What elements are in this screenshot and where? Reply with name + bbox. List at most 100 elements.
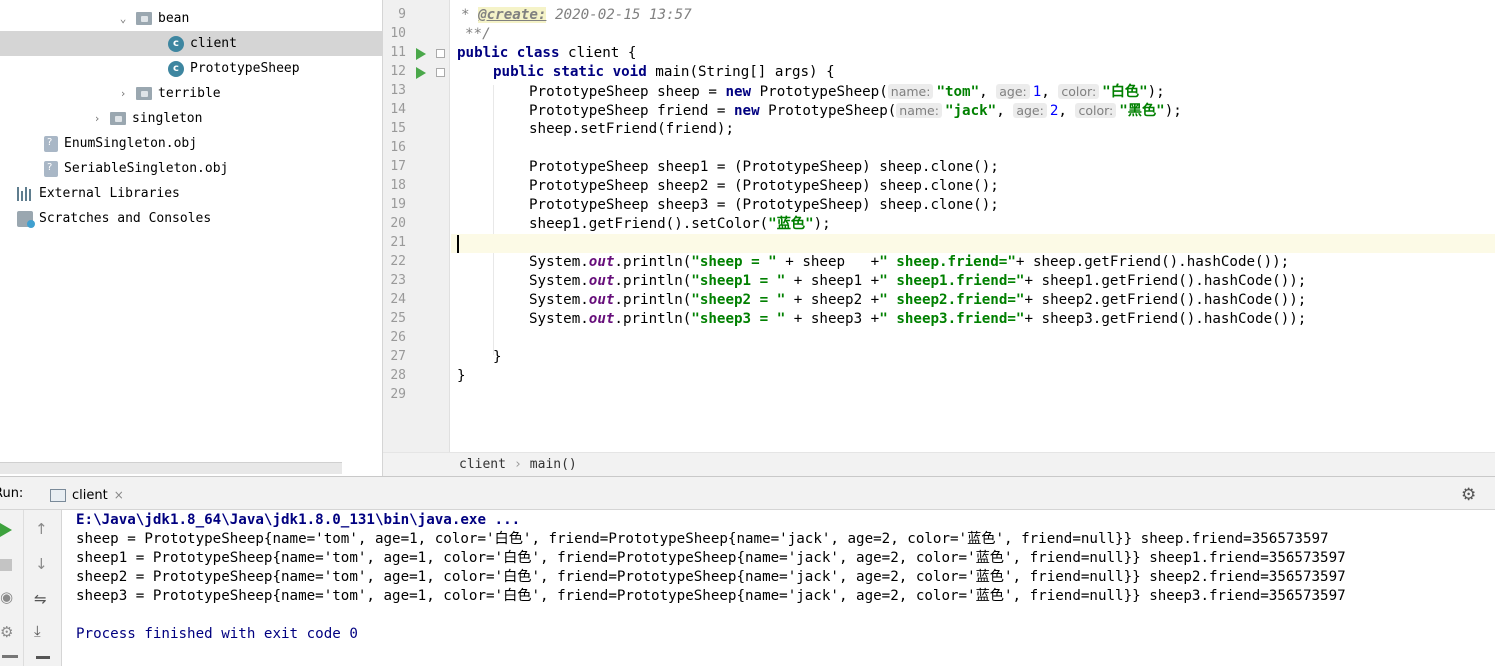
line-number: 29 [390,387,406,402]
code-line-28: } [457,368,466,384]
tree-item-terrible[interactable]: › terrible [0,81,382,106]
tree-item-label: terrible [158,86,221,101]
stop-icon[interactable] [0,559,12,571]
line-number: 28 [390,368,406,383]
line-number: 10 [390,26,406,41]
console-output-line: sheep2 = PrototypeSheep{name='tom', age=… [76,569,1346,585]
arrow-up-icon[interactable]: ↑ [35,520,48,538]
breadcrumb-method[interactable]: main() [530,457,577,472]
console-command-line: E:\Java\jdk1.8_64\Java\jdk1.8.0_131\bin\… [76,512,521,528]
code-line-9: * @create: 2020-02-15 13:57 [461,7,692,23]
console-output-line: sheep3 = PrototypeSheep{name='tom', age=… [76,588,1346,604]
line-number: 11 [390,45,406,60]
project-tree: ⌄ bean c client c PrototypeSheep › terri… [0,0,383,476]
code-line-20: sheep1.getFriend().setColor("蓝色"); [529,216,831,232]
settings-icon[interactable]: ⚙ [0,623,13,641]
run-toolbar-primary: ◉ ⚙ [0,510,24,666]
tree-item-label: bean [158,11,190,26]
line-number: 17 [390,159,406,174]
tree-item-label: PrototypeSheep [190,61,300,76]
fold-icon[interactable] [436,49,445,58]
gear-icon[interactable]: ⚙ [1461,485,1476,505]
param-hint: name: [896,103,942,118]
tree-item-label: SeriableSingleton.obj [64,161,229,176]
breadcrumb-class[interactable]: client [459,457,506,472]
breadcrumb-separator: › [513,457,522,472]
line-number: 21 [390,235,406,250]
fold-icon[interactable] [436,68,445,77]
tree-horizontal-scrollbar[interactable] [0,462,342,474]
scratches-icon [17,210,35,228]
package-folder-icon [110,112,126,125]
chevron-right-icon[interactable]: › [90,112,104,126]
line-number: 20 [390,216,406,231]
indent-guide [493,85,494,355]
java-class-icon: c [168,60,184,77]
tree-item-label: Scratches and Consoles [39,211,212,226]
line-number: 15 [390,121,406,136]
code-line-21-current [451,234,1495,253]
tree-item-label: EnumSingleton.obj [64,136,198,151]
tree-item-label: client [190,36,237,51]
line-number: 16 [390,140,406,155]
console-output-line: sheep = PrototypeSheep{name='tom', age=1… [76,531,1329,547]
line-number: 14 [390,102,406,117]
code-line-19: PrototypeSheep sheep3 = (PrototypeSheep)… [529,197,999,213]
close-icon[interactable]: × [114,488,124,502]
tree-item-external-libraries[interactable]: External Libraries [0,181,382,206]
chevron-right-icon[interactable]: › [116,87,130,101]
code-line-17: PrototypeSheep sheep1 = (PrototypeSheep)… [529,159,999,175]
run-class-icon[interactable] [416,48,426,60]
console-output[interactable]: E:\Java\jdk1.8_64\Java\jdk1.8.0_131\bin\… [62,510,1495,666]
scroll-to-end-icon[interactable]: ⤓ [34,622,41,640]
code-line-27: } [493,349,502,365]
code-line-25: System.out.println("sheep3 = " + sheep3 … [529,311,1307,327]
code-line-11: public class client { [457,45,637,61]
console-output-line: sheep1 = PrototypeSheep{name='tom', age=… [76,550,1346,566]
param-hint: age: [1013,103,1047,118]
line-number: 27 [390,349,406,364]
camera-icon[interactable]: ◉ [0,588,13,606]
code-line-24: System.out.println("sheep2 = " + sheep2 … [529,292,1307,308]
tree-item-enumsingleton-obj[interactable]: EnumSingleton.obj [0,131,382,156]
text-caret [457,235,459,253]
param-hint: name: [887,84,934,99]
pin-icon[interactable] [2,655,18,658]
tree-item-label: External Libraries [39,186,180,201]
tree-item-bean[interactable]: ⌄ bean [0,6,382,31]
libraries-icon [17,186,33,201]
tree-item-scratches[interactable]: Scratches and Consoles [0,206,382,231]
unknown-file-icon [44,135,58,152]
console-exit-line: Process finished with exit code 0 [76,626,358,642]
line-number: 13 [390,83,406,98]
run-tab-client[interactable]: client × [50,482,124,508]
package-folder-icon [136,87,152,100]
run-tool-window-header: Run: client × ⚙ [0,476,1495,510]
code-line-18: PrototypeSheep sheep2 = (PrototypeSheep)… [529,178,999,194]
unknown-file-icon [44,160,58,177]
soft-wrap-icon[interactable]: ⇋ [34,590,47,608]
code-line-12: public static void main(String[] args) { [493,64,835,80]
line-number: 24 [390,292,406,307]
code-line-10: **/ [465,26,491,42]
code-line-23: System.out.println("sheep1 = " + sheep1 … [529,273,1307,289]
print-icon[interactable] [36,656,50,659]
line-number: 9 [398,7,406,22]
java-class-icon: c [168,35,184,52]
tree-item-client[interactable]: c client [0,31,382,56]
line-number: 19 [390,197,406,212]
code-editor[interactable]: * @create: 2020-02-15 13:57 **/ public c… [451,0,1495,452]
chevron-down-icon[interactable]: ⌄ [116,12,130,26]
arrow-down-icon[interactable]: ↓ [35,555,48,573]
tree-item-singleton[interactable]: › singleton [0,106,382,131]
param-hint: color: [1058,84,1100,99]
run-tab-label: client [72,487,108,503]
tree-item-seriablesingleton-obj[interactable]: SeriableSingleton.obj [0,156,382,181]
editor-gutter: 9 10 11 12 13 14 15 16 17 18 19 20 21 22… [383,0,450,452]
console-icon [50,488,66,502]
tree-item-prototypesheep[interactable]: c PrototypeSheep [0,56,382,81]
run-toolbar-secondary: ↑ ↓ ⇋ ⤓ [24,510,62,666]
rerun-icon[interactable] [0,523,12,537]
run-main-icon[interactable] [416,67,426,79]
code-line-13: PrototypeSheep sheep = new PrototypeShee… [529,84,1165,100]
